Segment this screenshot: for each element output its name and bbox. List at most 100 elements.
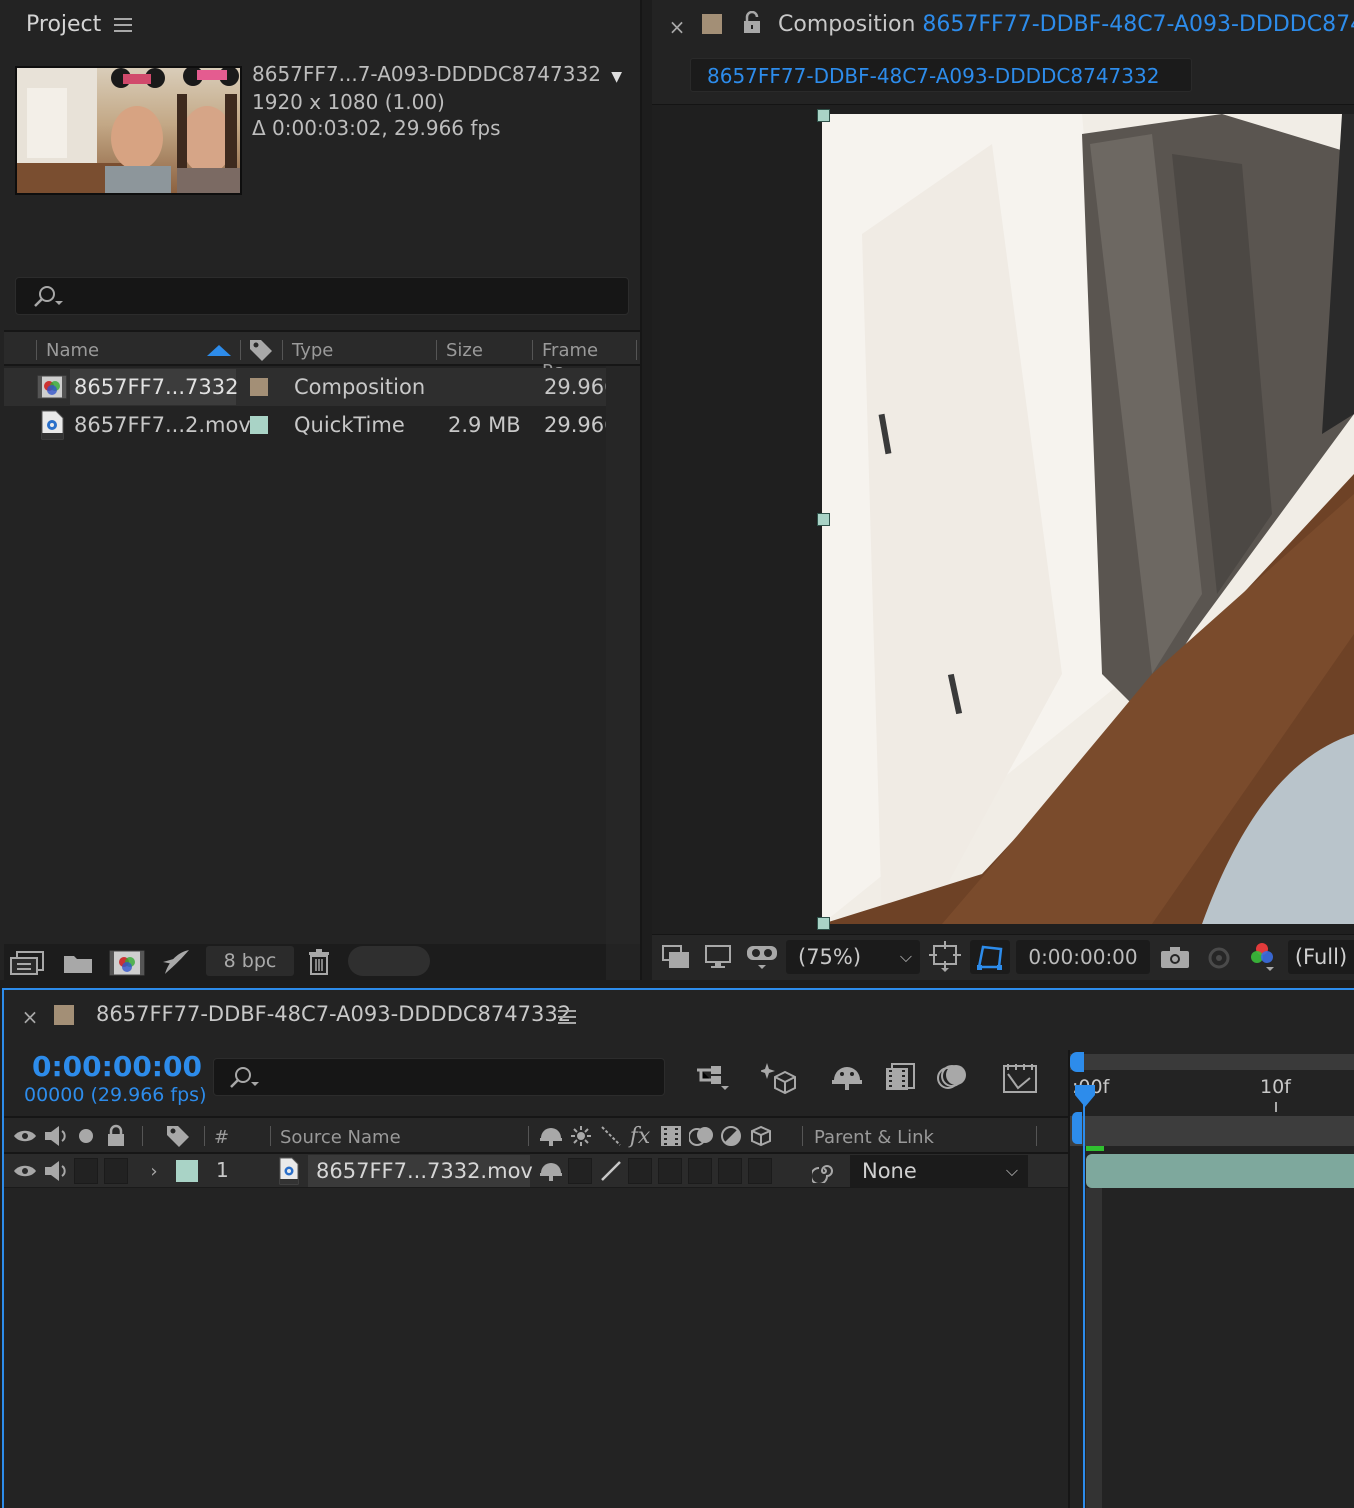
label-color-swatch[interactable] <box>250 416 268 434</box>
close-icon[interactable]: × <box>666 15 688 39</box>
composition-tab[interactable]: Composition 8657FF77-DDBF-48C7-A093-DDDD… <box>778 12 1354 37</box>
trash-icon[interactable] <box>304 946 334 978</box>
current-time-display[interactable]: 0:00:00:00 <box>1016 940 1150 974</box>
solo-toggle[interactable] <box>74 1158 98 1184</box>
column-type[interactable]: Type <box>292 340 333 361</box>
transform-handle[interactable] <box>817 917 830 930</box>
motion-blur-icon[interactable] <box>934 1060 970 1094</box>
panel-menu-icon[interactable] <box>556 1006 578 1028</box>
vr-goggles-icon[interactable] <box>744 940 780 974</box>
lock-icon[interactable] <box>104 1122 128 1150</box>
project-bit-depth-button[interactable]: 8 bpc <box>206 946 294 976</box>
project-scrollbar[interactable] <box>606 366 640 944</box>
label-tag-icon[interactable] <box>246 336 276 364</box>
composition-subtab[interactable]: 8657FF77-DDBF-48C7-A093-DDDDC8747332 <box>690 58 1192 92</box>
transform-handle[interactable] <box>817 109 830 122</box>
audio-icon[interactable] <box>42 1123 70 1149</box>
project-panel-title[interactable]: Project <box>26 12 101 37</box>
frame-blend-switch[interactable] <box>658 1158 682 1184</box>
new-composition-icon[interactable] <box>108 948 146 978</box>
sort-ascending-icon[interactable] <box>204 340 234 360</box>
lock-toggle[interactable] <box>104 1158 128 1184</box>
timeline-tab-title[interactable]: 8657FF77-DDBF-48C7-A093-DDDDC8747332 <box>96 1002 571 1026</box>
adobe-media-encoder-icon[interactable] <box>158 946 194 978</box>
composition-label-swatch[interactable] <box>702 14 722 34</box>
composition-mini-flowchart-icon[interactable] <box>694 1060 732 1094</box>
quality-icon[interactable] <box>598 1123 624 1149</box>
show-snapshot-icon[interactable] <box>1202 942 1236 972</box>
camera-snapshot-icon[interactable] <box>1158 942 1192 972</box>
time-navigator[interactable] <box>1070 1054 1354 1070</box>
audio-icon[interactable] <box>42 1158 70 1184</box>
interpret-footage-icon[interactable] <box>8 948 46 978</box>
navigator-start-handle[interactable] <box>1070 1052 1084 1072</box>
shy-icon[interactable] <box>538 1123 564 1149</box>
timeline-current-time[interactable]: 0:00:00:00 <box>32 1050 202 1083</box>
column-name[interactable]: Name <box>46 340 99 361</box>
magnification-dropdown[interactable]: (75%) ⌵ <box>786 940 920 974</box>
column-layer-number[interactable]: # <box>214 1127 229 1148</box>
project-zoom-slider[interactable] <box>348 946 430 976</box>
3d-layer-icon[interactable] <box>748 1123 774 1149</box>
timeline-layer-list[interactable] <box>4 1189 1068 1508</box>
eye-icon[interactable] <box>12 1123 38 1149</box>
project-search-input[interactable] <box>15 277 629 315</box>
label-tag-icon[interactable] <box>164 1122 192 1150</box>
panel-menu-icon[interactable] <box>112 14 134 36</box>
frame-blending-icon[interactable] <box>882 1060 918 1094</box>
effects-switch[interactable] <box>628 1158 652 1184</box>
quality-switch-icon[interactable] <box>598 1158 624 1184</box>
close-icon[interactable]: × <box>20 1005 40 1029</box>
collapse-transform-icon[interactable] <box>568 1123 594 1149</box>
always-preview-icon[interactable] <box>660 942 692 972</box>
project-item-list[interactable] <box>4 444 606 944</box>
column-parent-link[interactable]: Parent & Link <box>814 1127 934 1148</box>
composition-label-swatch[interactable] <box>54 1005 74 1025</box>
frame-blend-icon[interactable] <box>658 1123 684 1149</box>
column-source-name[interactable]: Source Name <box>280 1127 401 1148</box>
chevron-right-icon[interactable]: › <box>146 1160 162 1182</box>
time-ruler[interactable]: :00f 10f <box>1070 1072 1354 1116</box>
graph-editor-icon[interactable] <box>1000 1058 1040 1096</box>
transform-handle[interactable] <box>817 513 830 526</box>
playhead-icon[interactable] <box>1072 1082 1098 1110</box>
shy-layers-icon[interactable] <box>828 1060 866 1094</box>
3d-switch[interactable] <box>748 1158 772 1184</box>
motion-blur-switch[interactable] <box>688 1158 712 1184</box>
column-size[interactable]: Size <box>446 340 483 361</box>
timeline-empty-column <box>1086 1188 1102 1508</box>
pick-whip-icon[interactable] <box>810 1158 838 1184</box>
shy-switch-icon[interactable] <box>538 1158 564 1184</box>
resolution-dropdown[interactable]: (Full) <box>1288 940 1354 974</box>
collapse-switch[interactable] <box>568 1158 592 1184</box>
layer-label-swatch[interactable] <box>176 1160 198 1182</box>
layer-column-header: # Source Name fx Parent & Link <box>4 1116 1068 1154</box>
lock-icon[interactable] <box>740 10 764 36</box>
channel-rgb-icon[interactable] <box>1246 940 1278 974</box>
playhead-line[interactable] <box>1083 1090 1085 1508</box>
layer-duration-bar[interactable] <box>1086 1154 1354 1188</box>
transparency-grid-button[interactable] <box>970 940 1010 974</box>
project-selected-name[interactable]: 8657FF7...7-A093-DDDDC8747332 ▼ <box>252 62 622 86</box>
project-item-row[interactable]: 8657FF7...2.mov QuickTime 2.9 MB 29.966 <box>4 406 617 444</box>
layer-source-name[interactable]: 8657FF7...7332.mov <box>308 1155 533 1187</box>
label-color-swatch[interactable] <box>250 378 268 396</box>
adjustment-layer-icon[interactable] <box>718 1123 744 1149</box>
new-folder-icon[interactable] <box>60 948 96 978</box>
timeline-search-input[interactable] <box>213 1058 665 1096</box>
solo-icon[interactable] <box>76 1126 96 1146</box>
draft-3d-icon[interactable] <box>760 1058 798 1096</box>
effects-fx-icon[interactable]: fx <box>626 1122 654 1150</box>
work-area-start-handle[interactable] <box>1072 1112 1082 1144</box>
composition-frame-image[interactable] <box>822 114 1354 924</box>
project-item-row[interactable]: 8657FF7...7332 Composition 29.966 <box>4 368 617 406</box>
dropdown-arrow-icon[interactable]: ▼ <box>611 69 622 85</box>
work-area-bar[interactable] <box>1070 1116 1354 1146</box>
region-of-interest-icon[interactable] <box>928 940 962 974</box>
layer-index: 1 <box>216 1158 229 1182</box>
motion-blur-icon[interactable] <box>688 1123 716 1149</box>
monitor-icon[interactable] <box>702 942 734 972</box>
parent-dropdown[interactable]: None ⌵ <box>850 1155 1028 1187</box>
adjustment-switch[interactable] <box>718 1158 742 1184</box>
visibility-eye-icon[interactable] <box>12 1159 38 1183</box>
